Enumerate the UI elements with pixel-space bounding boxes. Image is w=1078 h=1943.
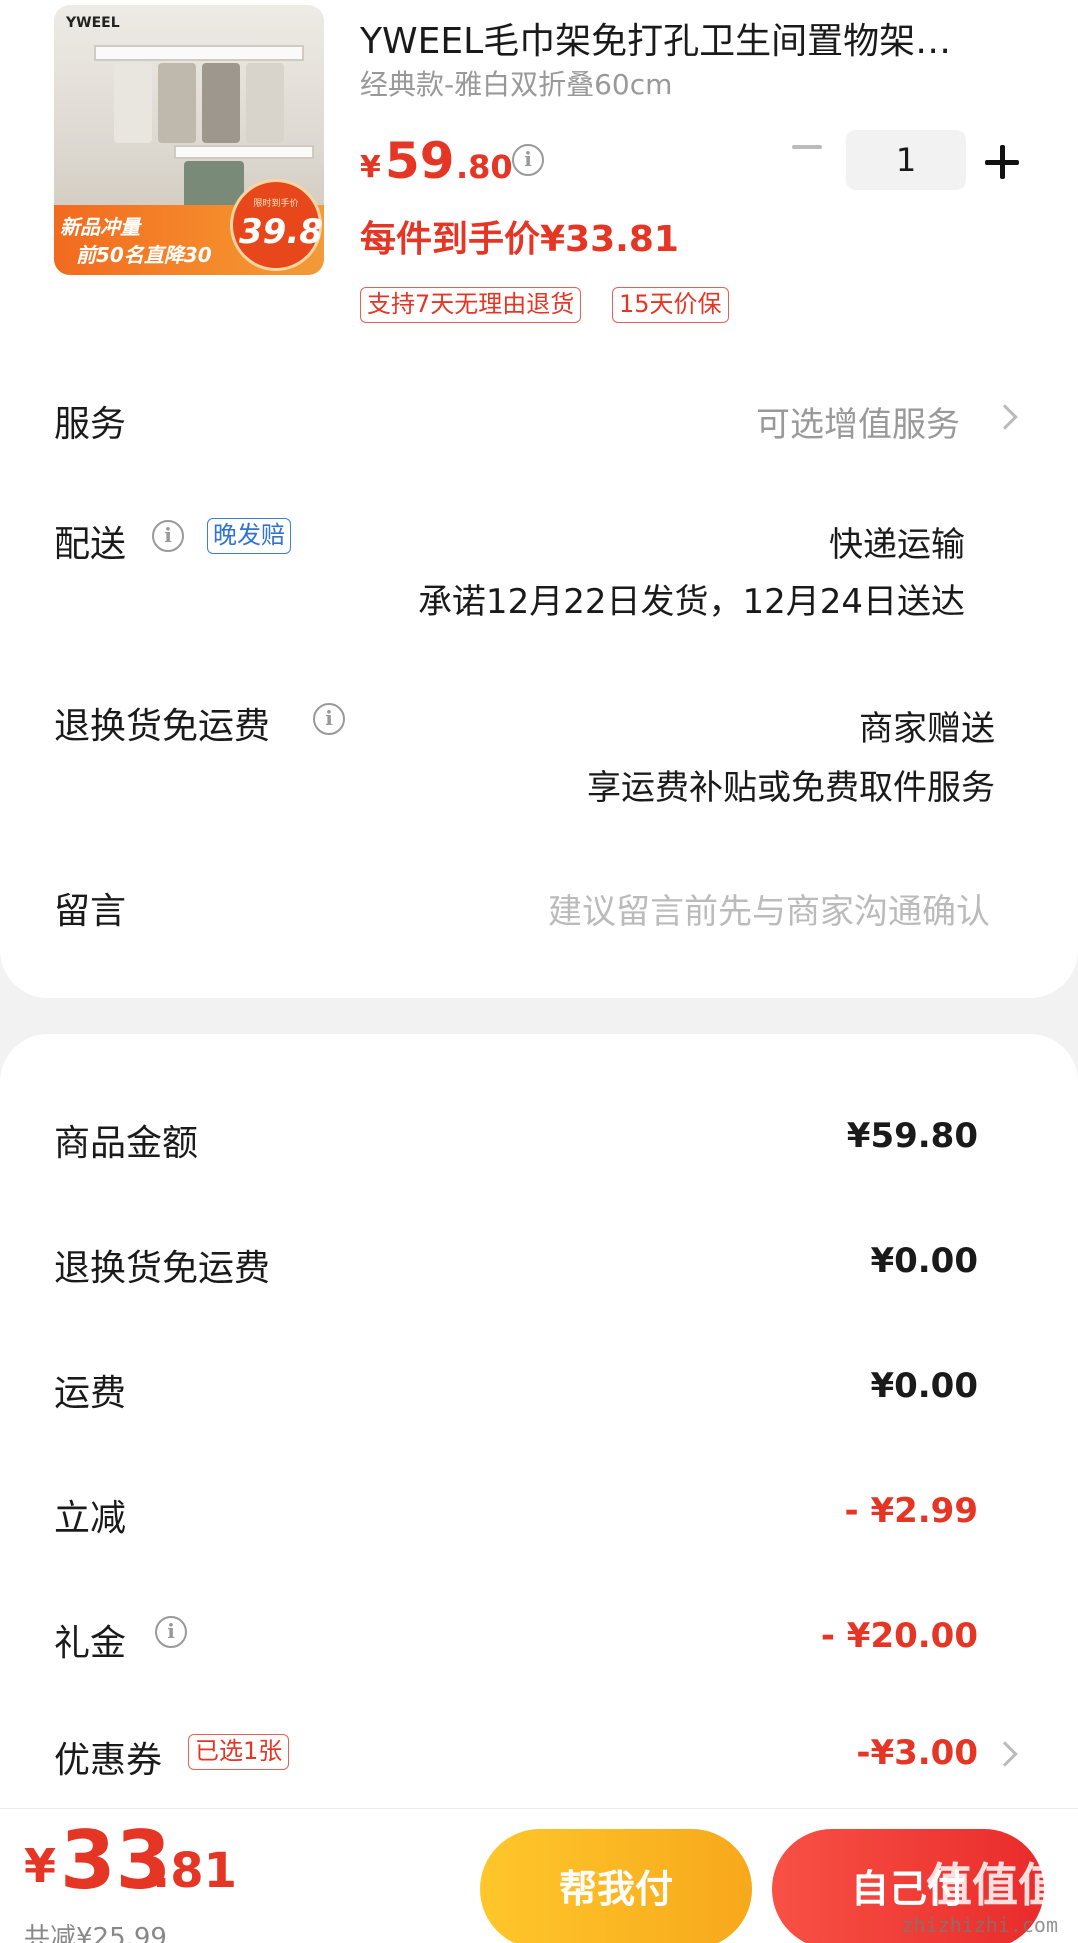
price-integer: 59 <box>385 132 455 190</box>
return-shipping-info-icon[interactable]: i <box>313 703 345 735</box>
delivery-promise: 承诺12月22日发货，12月24日送达 <box>417 582 965 622</box>
delivery-label: 配送 <box>54 524 127 565</box>
order-detail-card: YWEEL 新品冲量 前50名直降30 限时到手价 39.8 YWEEL毛巾架免… <box>0 0 1078 998</box>
service-label: 服务 <box>54 404 127 445</box>
help-pay-button[interactable]: 帮我付 <box>480 1829 752 1943</box>
gift-money-label: 礼金 <box>54 1623 127 1664</box>
shipping-fee-label: 运费 <box>54 1373 127 1414</box>
instant-discount-value: - ¥2.99 <box>844 1491 979 1531</box>
promo-line2: 前50名直降30 <box>76 243 212 267</box>
product-title[interactable]: YWEEL毛巾架免打孔卫生间置物架… <box>360 12 1010 64</box>
message-label: 留言 <box>54 891 127 932</box>
late-delivery-compensation-tag: 晚发赔 <box>207 518 291 554</box>
total-decimal: .81 <box>152 1843 238 1899</box>
gift-money-info-icon[interactable]: i <box>155 1616 187 1648</box>
unit-price-label: 每件到手价¥33.81 <box>360 219 679 260</box>
towel-graphic <box>114 63 152 143</box>
watermark-logo: 值值值 <box>926 1858 1064 1912</box>
goods-amount-value: ¥59.80 <box>846 1116 978 1156</box>
promo-badge-price: 39.8 <box>239 212 323 252</box>
tag-7day-return: 支持7天无理由退货 <box>360 287 582 323</box>
delivery-info-icon[interactable]: i <box>152 520 184 552</box>
message-input[interactable]: 建议留言前先与商家沟通确认 <box>548 884 990 933</box>
promo-badge-caption: 限时到手价 <box>253 199 299 209</box>
towel-graphic <box>158 63 196 143</box>
service-value: 可选增值服务 <box>756 405 960 445</box>
chevron-right-icon <box>992 1741 1018 1767</box>
quantity-increase-button[interactable] <box>985 145 1019 179</box>
return-shipping-fee-value: ¥0.00 <box>870 1241 978 1281</box>
watermark-url: zhizhizhi.com <box>901 1913 1058 1937</box>
product-thumbnail[interactable]: YWEEL 新品冲量 前50名直降30 限时到手价 39.8 <box>54 5 324 275</box>
price-decimal: .80 <box>456 148 513 186</box>
tag-price-protect: 15天价保 <box>612 287 729 323</box>
price-info-icon[interactable]: i <box>512 144 544 176</box>
gift-money-value: - ¥20.00 <box>820 1616 978 1656</box>
price-summary-card: 商品金额 ¥59.80 退换货免运费 ¥0.00 运费 ¥0.00 立减 - ¥… <box>0 1034 1078 1943</box>
instant-discount-label: 立减 <box>54 1498 127 1539</box>
chevron-right-icon <box>992 404 1018 430</box>
coupon-value: -¥3.00 <box>856 1733 978 1773</box>
towel-graphic <box>246 63 284 143</box>
return-shipping-value: 商家赠送 <box>859 709 995 749</box>
return-shipping-detail: 享运费补贴或免费取件服务 <box>587 768 995 808</box>
thumbnail-brand: YWEEL <box>66 15 120 31</box>
product-sku[interactable]: 经典款-雅白双折叠60cm <box>360 63 672 103</box>
total-discount-summary[interactable]: 共减¥25.99 <box>24 1917 167 1943</box>
return-shipping-fee-label: 退换货免运费 <box>54 1248 271 1289</box>
goods-amount-label: 商品金额 <box>54 1123 199 1164</box>
coupon-label: 优惠券 <box>54 1740 163 1781</box>
checkout-bar: ¥ 33 .81 共减¥25.99 帮我付 自己付 值值值 zhizhizhi.… <box>0 1808 1078 1943</box>
quantity-decrease-button[interactable] <box>790 130 824 164</box>
total-currency: ¥ <box>24 1839 57 1893</box>
rack-shelf-graphic <box>94 45 304 61</box>
delivery-method: 快递运输 <box>829 525 965 565</box>
promo-price-badge: 限时到手价 39.8 <box>230 179 323 271</box>
price-currency: ¥ <box>360 150 381 185</box>
shipping-fee-value: ¥0.00 <box>870 1366 978 1406</box>
rack-bar-graphic <box>174 145 314 159</box>
towel-graphic <box>202 63 240 143</box>
coupon-selected-tag: 已选1张 <box>188 1734 290 1770</box>
promo-line1: 新品冲量 <box>60 215 140 239</box>
return-shipping-label: 退换货免运费 <box>54 706 271 747</box>
quantity-input[interactable]: 1 <box>846 130 966 190</box>
